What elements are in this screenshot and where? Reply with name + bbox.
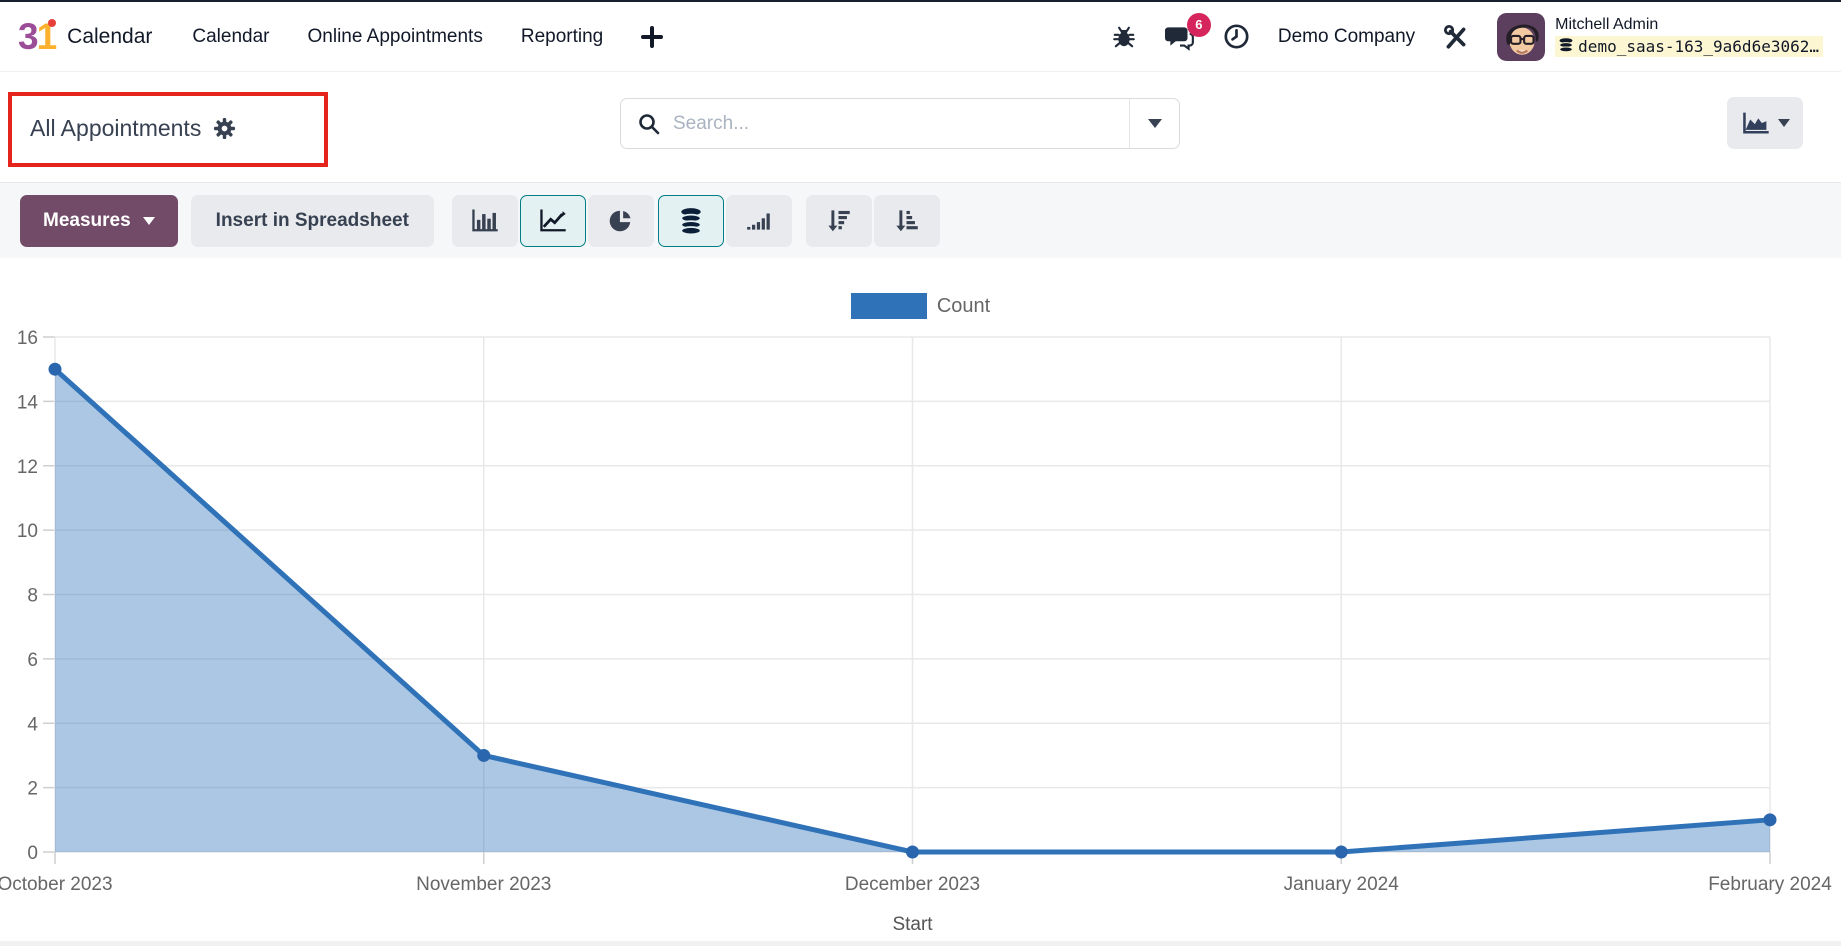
- data-point[interactable]: [49, 363, 62, 376]
- line-options-group: [658, 195, 792, 247]
- chart-legend[interactable]: Count: [0, 293, 1841, 319]
- messages-icon[interactable]: 6: [1165, 23, 1195, 51]
- sort-ascending-icon: [893, 207, 920, 234]
- chart-canvas[interactable]: 0 2 4 6 8 10 12 14 16 October 2023 November 2023 De…: [0, 320, 1841, 946]
- y-tick-label: 0: [27, 843, 38, 864]
- chevron-down-icon: [143, 217, 155, 225]
- bug-icon[interactable]: [1111, 24, 1137, 50]
- app-switcher-logo[interactable]: 31: [18, 18, 55, 55]
- user-menu[interactable]: Mitchell Admin demo_saas-163_9a6d6e3062…: [1497, 13, 1823, 61]
- line-chart-button[interactable]: [520, 195, 586, 247]
- plus-icon[interactable]: [641, 26, 663, 48]
- stacked-toggle-button[interactable]: [658, 195, 724, 247]
- navbar: 31 Calendar Calendar Online Appointments…: [0, 2, 1841, 72]
- search-bar: [620, 98, 1180, 149]
- pie-chart-icon: [608, 208, 634, 234]
- x-axis-title: Start: [892, 914, 933, 935]
- chevron-down-icon: [1778, 119, 1790, 127]
- stacked-icon: [678, 207, 704, 235]
- legend-label: Count: [937, 295, 990, 318]
- main-menu: Calendar Online Appointments Reporting: [192, 26, 603, 48]
- chart-toolbar: Measures Insert in Spreadsheet: [0, 182, 1841, 258]
- x-tick-label: December 2023: [845, 874, 980, 895]
- legend-swatch: [851, 293, 927, 319]
- database-pill: demo_saas-163_9a6d6e3062…: [1555, 36, 1823, 57]
- menu-calendar[interactable]: Calendar: [192, 26, 269, 48]
- x-tick-label: October 2023: [0, 874, 113, 895]
- y-tick-label: 14: [17, 392, 39, 413]
- view-switcher-button[interactable]: [1727, 97, 1803, 149]
- menu-online-appointments[interactable]: Online Appointments: [308, 26, 483, 48]
- bar-chart-icon: [470, 208, 500, 234]
- y-tick-label: 16: [17, 328, 38, 349]
- database-icon: [1559, 38, 1573, 54]
- x-tick-label: November 2023: [416, 874, 551, 895]
- company-switcher[interactable]: Demo Company: [1278, 26, 1415, 48]
- data-point[interactable]: [906, 846, 919, 859]
- insert-in-spreadsheet-button[interactable]: Insert in Spreadsheet: [191, 195, 434, 247]
- y-tick-label: 6: [27, 650, 38, 671]
- x-tick-label: January 2024: [1284, 874, 1400, 895]
- search-input[interactable]: [673, 113, 1129, 135]
- menu-reporting[interactable]: Reporting: [521, 26, 603, 48]
- y-tick-label: 8: [27, 586, 38, 607]
- breadcrumb: All Appointments: [30, 115, 236, 142]
- page-title: All Appointments: [30, 115, 201, 142]
- window-bottom-edge: [0, 941, 1841, 946]
- y-tick-label: 12: [17, 457, 38, 478]
- control-panel: All Appointments: [0, 73, 1841, 182]
- area-chart-icon: [1741, 110, 1771, 136]
- sort-descending-button[interactable]: [806, 195, 872, 247]
- search-icon: [621, 112, 673, 136]
- systray: 6 Demo Company: [1111, 13, 1823, 61]
- gear-icon[interactable]: [213, 117, 236, 140]
- x-tick-label: February 2024: [1708, 874, 1832, 895]
- activity-clock-icon[interactable]: [1223, 23, 1250, 50]
- data-point[interactable]: [1335, 846, 1348, 859]
- sort-ascending-button[interactable]: [874, 195, 940, 247]
- cumulative-bars-icon: [745, 208, 773, 234]
- y-tick-label: 4: [27, 714, 38, 735]
- chevron-down-icon: [1148, 119, 1162, 128]
- pie-chart-button[interactable]: [588, 195, 654, 247]
- sort-group: [806, 195, 940, 247]
- line-chart-icon: [538, 208, 568, 234]
- database-name: demo_saas-163_9a6d6e3062…: [1578, 37, 1819, 56]
- data-point[interactable]: [477, 749, 490, 762]
- data-point[interactable]: [1764, 813, 1777, 826]
- tools-icon[interactable]: [1443, 24, 1469, 50]
- search-dropdown-toggle[interactable]: [1129, 99, 1179, 148]
- y-tick-label: 10: [17, 521, 38, 542]
- message-count-badge[interactable]: 6: [1187, 13, 1211, 37]
- cumulative-toggle-button[interactable]: [726, 195, 792, 247]
- measures-button[interactable]: Measures: [20, 195, 178, 247]
- sort-descending-icon: [825, 207, 852, 234]
- user-name: Mitchell Admin: [1555, 16, 1823, 34]
- bar-chart-button[interactable]: [452, 195, 518, 247]
- y-tick-label: 2: [27, 779, 38, 800]
- avatar[interactable]: [1497, 13, 1545, 61]
- line-chart[interactable]: Count 0 2 4 6 8 10 12 14 16 October 2023 November …: [0, 258, 1841, 946]
- app-name[interactable]: Calendar: [67, 25, 152, 49]
- chart-type-group: [452, 195, 654, 247]
